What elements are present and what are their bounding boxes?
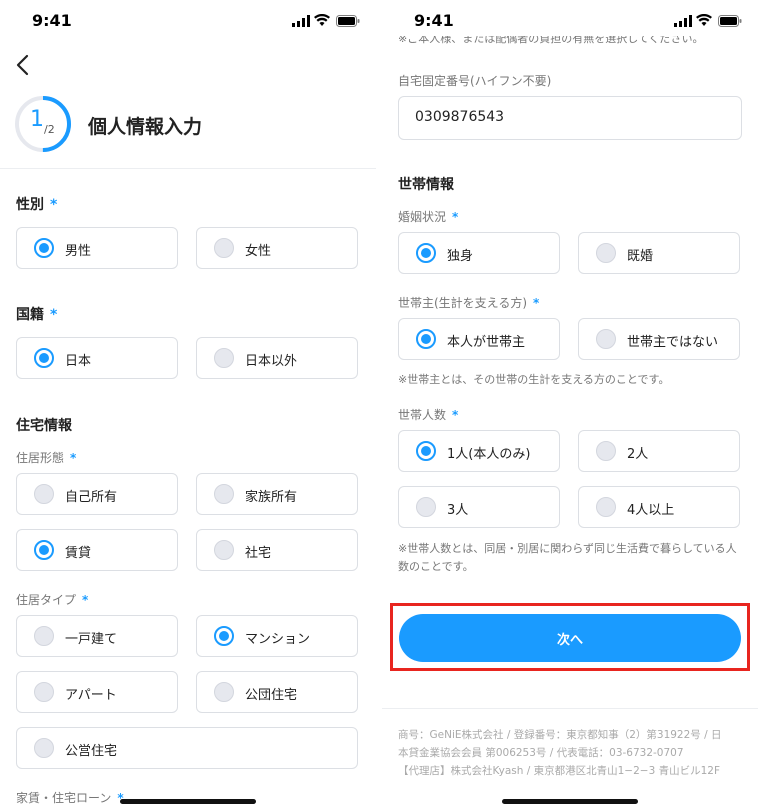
signal-icon bbox=[674, 15, 692, 27]
wifi-icon bbox=[314, 14, 330, 26]
nationality-option-other[interactable]: 日本以外 bbox=[196, 337, 358, 379]
radio-unchecked-icon bbox=[34, 738, 54, 758]
radio-checked-icon bbox=[416, 243, 436, 263]
residence-type-option-public[interactable]: 公営住宅 bbox=[16, 727, 358, 769]
radio-unchecked-icon bbox=[34, 626, 54, 646]
residence-form-option-rent[interactable]: 賃貸 bbox=[16, 529, 178, 571]
residence-form-label: 住居形態 * bbox=[16, 451, 77, 465]
status-time: 9:41 bbox=[414, 11, 454, 30]
status-time: 9:41 bbox=[32, 11, 72, 30]
screen-left: 9:41 1 /2 個人情報入力 性別 * 男性 女性 国籍 * 日本 日本以外 住… bbox=[0, 0, 376, 812]
next-button-label: 次へ bbox=[556, 633, 583, 648]
radio-unchecked-icon bbox=[596, 329, 616, 349]
signal-icon bbox=[292, 15, 310, 27]
radio-unchecked-icon bbox=[596, 497, 616, 517]
back-icon[interactable] bbox=[14, 54, 32, 76]
radio-unchecked-icon bbox=[214, 348, 234, 368]
radio-checked-icon bbox=[34, 238, 54, 258]
rent-label: 家賃・住宅ローン * bbox=[16, 791, 124, 805]
phone-label: 自宅固定番号(ハイフン不要) bbox=[398, 74, 552, 88]
householder-option-self[interactable]: 本人が世帯主 bbox=[398, 318, 560, 360]
home-indicator bbox=[120, 799, 256, 804]
residence-type-option-mansion[interactable]: マンション bbox=[196, 615, 358, 657]
radio-unchecked-icon bbox=[214, 682, 234, 702]
battery-icon bbox=[718, 15, 742, 27]
wifi-icon bbox=[696, 14, 712, 26]
radio-unchecked-icon bbox=[214, 540, 234, 560]
top-note-clip: ※ご本人様、または配偶者の負担の有無を選択してください。 bbox=[398, 36, 742, 50]
radio-unchecked-icon bbox=[596, 441, 616, 461]
status-bar: 9:41 bbox=[0, 0, 376, 44]
home-indicator bbox=[502, 799, 638, 804]
nationality-option-japan[interactable]: 日本 bbox=[16, 337, 178, 379]
household-count-option-1[interactable]: 1人(本人のみ) bbox=[398, 430, 560, 472]
footer-divider bbox=[382, 708, 758, 709]
residence-type-option-public-corp[interactable]: 公団住宅 bbox=[196, 671, 358, 713]
radio-unchecked-icon bbox=[34, 682, 54, 702]
residence-type-option-apartment[interactable]: アパート bbox=[16, 671, 178, 713]
page-title: 個人情報入力 bbox=[88, 116, 203, 138]
marital-option-single[interactable]: 独身 bbox=[398, 232, 560, 274]
residence-type-label: 住居タイプ * bbox=[16, 593, 89, 607]
footer-line: 本貸金業協会会員 第006253号 / 代表電話：03-6732-0707 bbox=[398, 747, 684, 759]
battery-icon bbox=[336, 15, 360, 27]
householder-label: 世帯主(生計を支える方) * bbox=[398, 296, 540, 310]
householder-option-not-self[interactable]: 世帯主ではない bbox=[578, 318, 740, 360]
gender-option-female[interactable]: 女性 bbox=[196, 227, 358, 269]
radio-checked-icon bbox=[34, 540, 54, 560]
next-button[interactable]: 次へ bbox=[399, 614, 741, 662]
gender-option-male[interactable]: 男性 bbox=[16, 227, 178, 269]
radio-checked-icon bbox=[416, 441, 436, 461]
nationality-label: 国籍 * bbox=[16, 307, 58, 323]
residence-form-option-family[interactable]: 家族所有 bbox=[196, 473, 358, 515]
header-divider bbox=[0, 168, 376, 169]
radio-unchecked-icon bbox=[596, 243, 616, 263]
phone-input[interactable]: 0309876543 bbox=[398, 96, 742, 140]
top-note: ※ご本人様、または配偶者の負担の有無を選択してください。 bbox=[398, 36, 704, 45]
household-count-label: 世帯人数 * bbox=[398, 408, 459, 422]
residence-form-option-own[interactable]: 自己所有 bbox=[16, 473, 178, 515]
residence-form-option-company[interactable]: 社宅 bbox=[196, 529, 358, 571]
footer-line: 商号：GeNiE株式会社 / 登録番号：東京都知事（2）第31922号 / 日 bbox=[398, 729, 722, 741]
radio-unchecked-icon bbox=[34, 484, 54, 504]
marital-option-married[interactable]: 既婚 bbox=[578, 232, 740, 274]
household-section-title: 世帯情報 bbox=[398, 177, 454, 193]
household-count-option-4[interactable]: 4人以上 bbox=[578, 486, 740, 528]
radio-checked-icon bbox=[214, 626, 234, 646]
residence-type-option-house[interactable]: 一戸建て bbox=[16, 615, 178, 657]
progress-total: /2 bbox=[44, 123, 55, 136]
household-count-option-2[interactable]: 2人 bbox=[578, 430, 740, 472]
phone-value: 0309876543 bbox=[415, 109, 505, 125]
radio-unchecked-icon bbox=[416, 497, 436, 517]
household-count-note: ※世帯人数とは、同居・別居に関わらず同じ生活費で暮らしている人数のことです。 bbox=[398, 542, 737, 573]
footer-line: 【代理店】株式会社Kyash / 東京都港区北青山1−2−3 青山ビル12F bbox=[398, 765, 720, 777]
radio-checked-icon bbox=[34, 348, 54, 368]
progress-current: 1 bbox=[30, 107, 44, 132]
radio-checked-icon bbox=[416, 329, 436, 349]
household-count-option-3[interactable]: 3人 bbox=[398, 486, 560, 528]
screen-right: 9:41 ※ご本人様、または配偶者の負担の有無を選択してください。 自宅固定番号… bbox=[382, 0, 758, 812]
gender-label: 性別 * bbox=[16, 197, 58, 213]
progress-indicator: 1 /2 bbox=[14, 95, 72, 153]
marital-label: 婚姻状況 * bbox=[398, 210, 459, 224]
housing-section-title: 住宅情報 bbox=[16, 418, 72, 434]
radio-unchecked-icon bbox=[214, 484, 234, 504]
footer: 商号：GeNiE株式会社 / 登録番号：東京都知事（2）第31922号 / 日 … bbox=[398, 726, 722, 780]
radio-unchecked-icon bbox=[214, 238, 234, 258]
householder-note: ※世帯主とは、その世帯の生計を支える方のことです。 bbox=[398, 373, 670, 386]
